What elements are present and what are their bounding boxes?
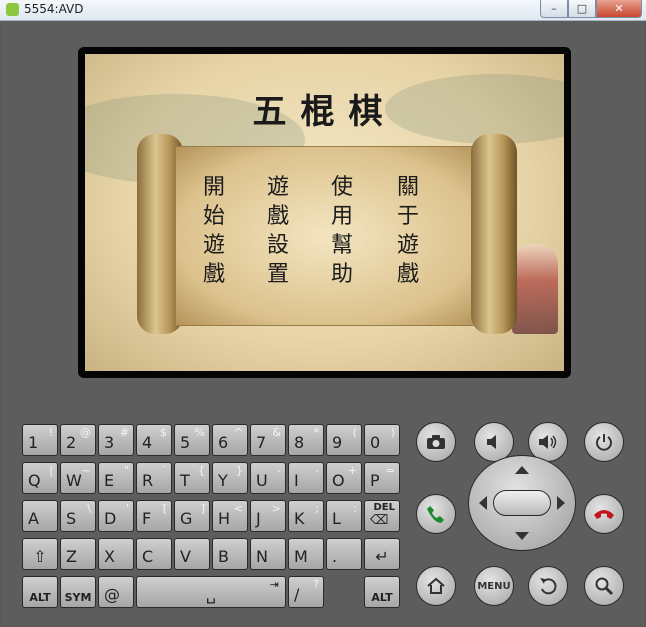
game-screen[interactable]: 五棍棋 開始遊戲 遊戲設置 使用幫助 關于遊戲 [85,54,564,371]
key-x[interactable]: X [98,538,134,570]
key-5[interactable]: 5% [174,424,210,456]
menu-game-settings[interactable]: 遊戲設置 [260,173,296,289]
key-f[interactable]: F[ [136,500,172,532]
minimize-button[interactable]: – [540,0,568,18]
key-2[interactable]: 2 @ [60,424,96,456]
key-s[interactable]: S \ [60,500,96,532]
menu-help[interactable]: 使用幫助 [324,173,360,289]
scroll-paper: 開始遊戲 遊戲設置 使用幫助 關于遊戲 [175,146,481,326]
dpad-right-arrow-icon[interactable] [557,496,565,510]
key-sym[interactable]: SYM [60,576,96,608]
menu-about[interactable]: 關于遊戲 [390,173,426,289]
end-call-button[interactable] [584,494,624,534]
enter-icon: ↵ [375,547,389,566]
shift-icon: ⇧ [33,547,47,566]
tab-icon: ⇥ [269,578,279,591]
key-period[interactable]: . [326,538,362,570]
close-button[interactable]: ✕ [596,0,642,18]
key-6[interactable]: 6 ^ [212,424,248,456]
android-icon [6,3,19,16]
menu-start-game[interactable]: 開始遊戲 [196,173,232,289]
key-k[interactable]: K; [288,500,324,532]
home-icon [427,577,445,594]
key-d[interactable]: D ' [98,500,134,532]
key-y[interactable]: Y} [212,462,248,494]
key-c[interactable]: C [136,538,172,570]
scroll-rod-right [471,134,517,334]
key-at[interactable]: @ [98,576,134,608]
search-icon [595,577,614,596]
key-8[interactable]: 8 * [288,424,324,456]
maximize-button[interactable]: □ [568,0,596,18]
key-n[interactable]: N [250,538,286,570]
window-title: 5554:AVD [24,2,84,16]
key-7[interactable]: 7 & [250,424,286,456]
call-button[interactable] [416,494,456,534]
power-icon [596,434,612,451]
key-3[interactable]: 3 # [98,424,134,456]
camera-button[interactable] [416,422,456,462]
key-z[interactable]: Z [60,538,96,570]
key-w[interactable]: W ~ [60,462,96,494]
volume-up-icon [539,435,557,449]
screen-frame: 五棍棋 開始遊戲 遊戲設置 使用幫助 關于遊戲 [78,47,571,378]
call-icon [427,506,444,523]
dpad-center-button[interactable] [493,490,551,516]
power-button[interactable] [584,422,624,462]
key-t[interactable]: T{ [174,462,210,494]
key-1[interactable]: 1! [22,424,58,456]
end-call-icon [594,510,614,519]
home-button[interactable] [416,566,456,606]
key-v[interactable]: V [174,538,210,570]
window-titlebar: 5554:AVD – □ ✕ [0,0,646,21]
key-j[interactable]: J > [250,500,286,532]
key-alt-left[interactable]: ALT [22,576,58,608]
menu-button[interactable]: MENU [474,566,514,606]
key-i[interactable]: I- [288,462,324,494]
search-button[interactable] [584,566,624,606]
key-space[interactable]: ␣ ⇥ [136,576,286,608]
figure-illustration [512,244,558,334]
key-slash[interactable]: /? [288,576,324,608]
hardware-keyboard: 1! 2 @ 3 # 4 $ 5% 6 ^ 7 & 8 * 9( 0) Q | W ~ E " R… [22,402,400,608]
space-icon: ␣ [205,585,217,604]
game-title: 五棍棋 [252,92,397,132]
key-a[interactable]: A [22,500,58,532]
key-o[interactable]: O + [326,462,362,494]
key-0[interactable]: 0) [364,424,400,456]
menu-scroll: 開始遊戲 遊戲設置 使用幫助 關于遊戲 [137,134,517,334]
key-b[interactable]: B [212,538,248,570]
key-p[interactable]: P = [364,462,400,494]
key-del[interactable]: DEL ⌫ [364,500,400,532]
volume-down-icon [487,435,496,449]
window-controls: – □ ✕ [540,0,642,18]
key-shift[interactable]: ⇧ [22,538,58,570]
key-q[interactable]: Q | [22,462,58,494]
back-button[interactable] [528,566,568,606]
dpad-up-arrow-icon[interactable] [515,466,529,474]
key-alt-right[interactable]: ALT [364,576,400,608]
key-4[interactable]: 4 $ [136,424,172,456]
dpad[interactable] [468,455,576,551]
key-u[interactable]: U- [250,462,286,494]
dpad-down-arrow-icon[interactable] [515,532,529,540]
main-menu: 開始遊戲 遊戲設置 使用幫助 關于遊戲 [176,147,480,325]
key-enter[interactable]: ↵ [364,538,400,570]
key-g[interactable]: G] [174,500,210,532]
key-l[interactable]: L: [326,500,362,532]
key-m[interactable]: M [288,538,324,570]
back-icon [540,578,557,595]
key-h[interactable]: H < [212,500,248,532]
key-9[interactable]: 9( [326,424,362,456]
dpad-left-arrow-icon[interactable] [479,496,487,510]
backspace-icon: ⌫ [370,513,389,528]
key-e[interactable]: E " [98,462,134,494]
key-r[interactable]: R ` [136,462,172,494]
camera-icon [427,435,445,449]
